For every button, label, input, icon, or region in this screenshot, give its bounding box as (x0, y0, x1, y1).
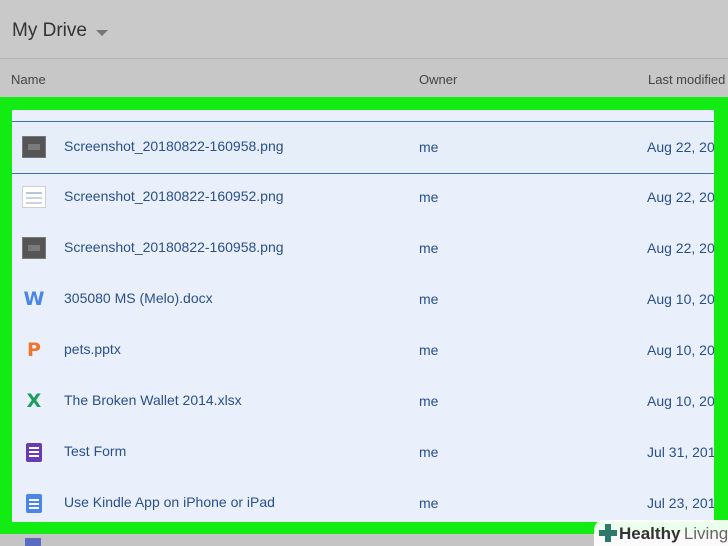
file-name[interactable]: Screenshot_20180822-160952.png (64, 188, 284, 204)
file-row[interactable]: Use Kindle App on iPhone or iPad me Jul 23… (12, 478, 714, 522)
file-last-modified: Aug 10, 2018 (647, 342, 714, 358)
file-last-modified: Aug 22, 2018 (647, 139, 714, 155)
word-doc-icon: W (23, 288, 45, 310)
file-name[interactable]: Use Kindle App on iPhone or iPad (64, 494, 275, 510)
file-owner: me (419, 393, 439, 409)
file-row[interactable]: X The Broken Wallet 2014.xlsx me Aug 10, 20… (12, 376, 714, 427)
file-row[interactable]: W 305080 MS (Melo).docx me Aug 10, 2018 (12, 274, 714, 325)
file-row[interactable]: Screenshot_20180822-160958.png me Aug 22, … (12, 223, 714, 274)
column-header-name[interactable]: Name (11, 72, 46, 87)
file-last-modified: Aug 10, 2018 (647, 291, 714, 307)
file-last-modified: Aug 22, 2018 (647, 240, 714, 256)
file-row[interactable]: Screenshot_20180822-160958.png me Aug 22, … (12, 121, 714, 174)
file-owner: me (419, 291, 439, 307)
file-owner: me (419, 139, 439, 155)
column-headers: Name Owner Last modified (0, 59, 728, 99)
file-last-modified: Aug 10, 2018 (647, 393, 714, 409)
file-owner: me (419, 495, 439, 511)
file-name[interactable]: Screenshot_20180822-160958.png (64, 138, 284, 154)
file-name[interactable]: 305080 MS (Melo).docx (64, 290, 213, 306)
excel-icon: X (26, 390, 42, 412)
file-row[interactable]: Ppets.pptx me Aug 10, 2018 (12, 325, 714, 376)
drive-header: My Drive (0, 0, 728, 59)
image-thumbnail-dark-icon (22, 135, 46, 159)
file-row[interactable]: Screenshot_20180822-160952.png me Aug 22, … (12, 172, 714, 223)
powerpoint-icon: P (27, 339, 41, 361)
file-row[interactable]: Test Form me Jul 31, 2018 (12, 427, 714, 478)
file-name[interactable]: Test Form (64, 443, 126, 459)
file-name[interactable]: pets.pptx (64, 341, 121, 357)
file-owner: me (419, 240, 439, 256)
google-docs-icon (22, 491, 46, 515)
file-list: Screenshot_20180822-160958.png me Aug 22, … (12, 110, 714, 522)
file-name[interactable]: Screenshot_20180822-160958.png (64, 239, 284, 255)
google-forms-icon (22, 440, 46, 464)
cross-icon (599, 524, 617, 542)
file-last-modified: Aug 22, 2018 (647, 189, 714, 205)
file-name[interactable]: The Broken Wallet 2014.xlsx (64, 392, 242, 408)
image-thumbnail-light-icon (22, 185, 46, 209)
file-owner: me (419, 189, 439, 205)
watermark-logo: Healthy Living (594, 520, 728, 546)
image-thumbnail-dark-icon (22, 236, 46, 260)
column-header-last-modified[interactable]: Last modified (648, 72, 725, 87)
file-last-modified: Jul 23, 2018 (647, 495, 714, 511)
watermark-text: Healthy Living (619, 524, 728, 543)
partial-file-icon (25, 538, 41, 546)
column-header-owner[interactable]: Owner (419, 72, 457, 87)
file-owner: me (419, 342, 439, 358)
my-drive-title[interactable]: My Drive (12, 20, 87, 42)
file-owner: me (419, 444, 439, 460)
file-last-modified: Jul 31, 2018 (647, 444, 714, 460)
caret-down-icon[interactable] (96, 30, 108, 36)
